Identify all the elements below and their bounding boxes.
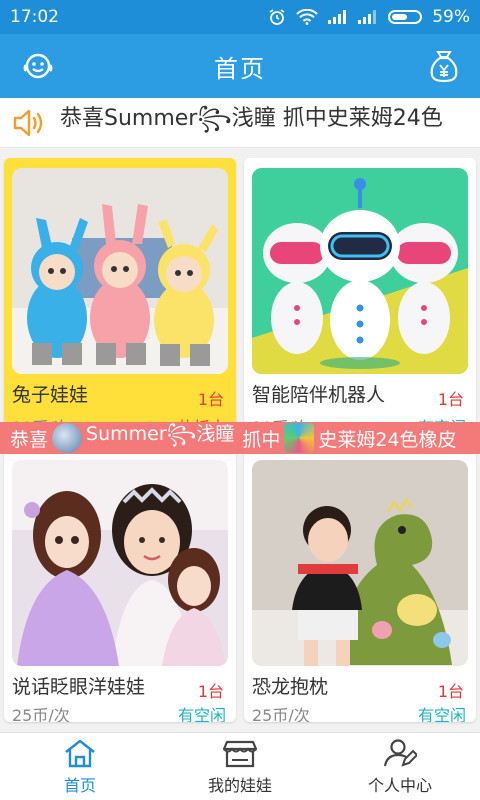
product-price: 25币/次 <box>252 706 310 722</box>
product-image-robot <box>252 168 468 374</box>
signal-icon <box>328 10 347 24</box>
shop-icon <box>223 740 257 767</box>
product-quantity: 1台 <box>437 390 464 409</box>
notice-text: 恭喜Summer꧂浅瞳 抓中史莱姆24色 <box>60 105 443 131</box>
product-name: 说话眨眼洋娃娃 <box>12 676 146 698</box>
product-price: 25币/次 <box>12 706 70 722</box>
product-name: 智能陪伴机器人 <box>252 384 386 406</box>
app-header: 首页 <box>0 34 480 98</box>
tab-label: 我的娃娃 <box>207 775 272 795</box>
marquee-prefix: 恭喜 <box>10 428 49 451</box>
money-bag-icon[interactable] <box>428 48 460 84</box>
marquee-user: Summer꧂浅瞳 <box>86 422 235 445</box>
tab-my-dolls[interactable]: 我的娃娃 <box>160 733 320 800</box>
product-quantity: 1台 <box>437 682 464 701</box>
product-card[interactable]: 智能陪伴机器人 1台 30币/次 有空闲 <box>244 158 476 430</box>
signal-icon-2 <box>358 10 377 24</box>
user-avatar <box>52 423 83 453</box>
status-bar: 17:02 59% <box>0 0 480 34</box>
product-status: 有空闲 <box>417 706 466 722</box>
product-image-talking-doll <box>12 460 228 666</box>
product-status: 有空闲 <box>177 706 226 722</box>
home-icon <box>65 739 95 767</box>
product-quantity: 1台 <box>197 390 224 409</box>
tab-label: 首页 <box>63 775 96 795</box>
tab-profile[interactable]: 个人中心 <box>320 733 480 800</box>
product-card[interactable]: 兔子娃娃 1台 19币/次 热抓中 <box>4 158 236 430</box>
bottom-tab-bar: 首页 我的娃娃 个人中心 <box>0 732 480 800</box>
product-card[interactable]: 恐龙抱枕 1台 25币/次 有空闲 <box>244 450 476 722</box>
speaker-icon <box>13 109 43 136</box>
product-image-dinosaur-pillow <box>252 460 468 666</box>
customer-service-icon[interactable] <box>22 50 54 82</box>
product-quantity: 1台 <box>197 682 224 701</box>
user-edit-icon <box>383 738 417 767</box>
alarm-icon <box>269 9 285 25</box>
tab-label: 个人中心 <box>367 775 432 795</box>
product-name: 兔子娃娃 <box>12 384 89 406</box>
product-card[interactable]: 说话眨眼洋娃娃 1台 25币/次 有空闲 <box>4 450 236 722</box>
marquee-middle: 抓中 <box>242 428 281 451</box>
product-image-bunny-dolls <box>12 168 228 374</box>
battery-icon <box>388 10 423 24</box>
winner-marquee: 恭喜 Summer꧂浅瞳 抓中 史莱姆24色橡皮 <box>0 422 480 454</box>
wifi-icon <box>296 9 318 25</box>
notice-bar[interactable]: 恭喜Summer꧂浅瞳 抓中史莱姆24色 <box>0 98 480 148</box>
product-name: 恐龙抱枕 <box>252 676 329 698</box>
tab-home[interactable]: 首页 <box>0 733 160 800</box>
prize-thumbnail <box>284 423 315 453</box>
status-time: 17:02 <box>10 7 59 27</box>
marquee-prize: 史莱姆24色橡皮 <box>318 428 457 451</box>
page-title: 首页 <box>214 54 266 83</box>
battery-percent: 59% <box>432 7 470 27</box>
